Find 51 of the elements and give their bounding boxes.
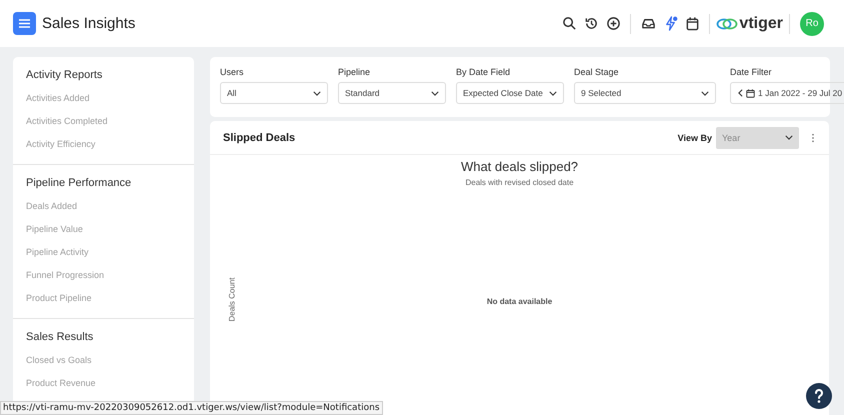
filter-label: Users xyxy=(220,67,245,77)
caret-icon xyxy=(549,90,557,96)
calendar-icon[interactable] xyxy=(684,16,700,31)
logo-icon xyxy=(716,16,738,32)
caret-icon xyxy=(313,90,321,96)
section-title: Pipeline Performance xyxy=(26,177,132,189)
history-icon[interactable] xyxy=(584,16,599,31)
more-icon[interactable] xyxy=(811,132,815,142)
caret-icon xyxy=(431,90,439,96)
question-mark-icon xyxy=(812,388,826,404)
filter-label: Deal Stage xyxy=(574,67,620,77)
inbox-icon[interactable] xyxy=(640,16,656,31)
caret-icon xyxy=(701,90,709,96)
filter-dropdown[interactable]: All xyxy=(220,82,328,104)
filter-dropdown[interactable]: 9 Selected xyxy=(574,82,716,104)
section-title: Sales Results xyxy=(26,331,94,343)
search-icon[interactable] xyxy=(562,16,577,31)
user-avatar[interactable]: Ro xyxy=(800,12,824,36)
card-title: Slipped Deals xyxy=(223,132,296,144)
sidebar-item[interactable]: Activity Efficiency xyxy=(26,133,96,156)
chart-title: What deals slipped? xyxy=(460,159,578,174)
sidebar-item[interactable]: Activities Added xyxy=(26,87,90,110)
sidebar-item[interactable]: Pipeline Activity xyxy=(26,241,89,264)
add-icon[interactable] xyxy=(606,16,621,31)
sidebar-item[interactable]: Activities Completed xyxy=(26,110,108,133)
date-range-field[interactable]: 1 Jan 2022 - 29 Jul 20 xyxy=(730,82,844,104)
status-url: https://vti-ramu-mv-20220309052612.od1.vtiger.ws/view/list?module=Notifications xyxy=(0,401,383,415)
filter-dropdown[interactable]: Expected Close Date xyxy=(456,82,564,104)
empty-message: No data available xyxy=(486,297,552,306)
filter-label: Date Filter xyxy=(730,67,773,77)
caret-icon xyxy=(785,135,793,140)
section-title: Activity Reports xyxy=(26,69,102,81)
sidebar-item[interactable]: Product Pipeline xyxy=(26,287,92,310)
sidebar-item[interactable]: Product Revenue xyxy=(26,372,96,395)
filter-label: By Date Field xyxy=(456,67,512,77)
calendar-icon xyxy=(746,88,755,98)
sidebar-item[interactable]: Deals Added xyxy=(26,195,78,218)
filter-label: Pipeline xyxy=(338,67,372,77)
logo-text: vtiger xyxy=(739,14,783,32)
filter-dropdown[interactable]: Standard xyxy=(338,82,446,104)
view-by-dropdown[interactable]: Year xyxy=(716,126,799,148)
chart-subtitle: Deals with revised closed date xyxy=(465,178,574,187)
sidebar-item[interactable]: Closed vs Goals xyxy=(26,349,92,372)
view-by-label: View By xyxy=(678,132,712,142)
menu-button[interactable] xyxy=(13,12,36,35)
sidebar-item[interactable]: Funnel Progression xyxy=(26,264,104,287)
menu-icon xyxy=(19,19,30,28)
sidebar-item[interactable]: Pipeline Value xyxy=(26,218,83,241)
app-title: Sales Insights xyxy=(42,15,136,32)
chevron-left-icon[interactable] xyxy=(738,89,743,97)
y-axis-label: Deals Count xyxy=(228,277,237,322)
